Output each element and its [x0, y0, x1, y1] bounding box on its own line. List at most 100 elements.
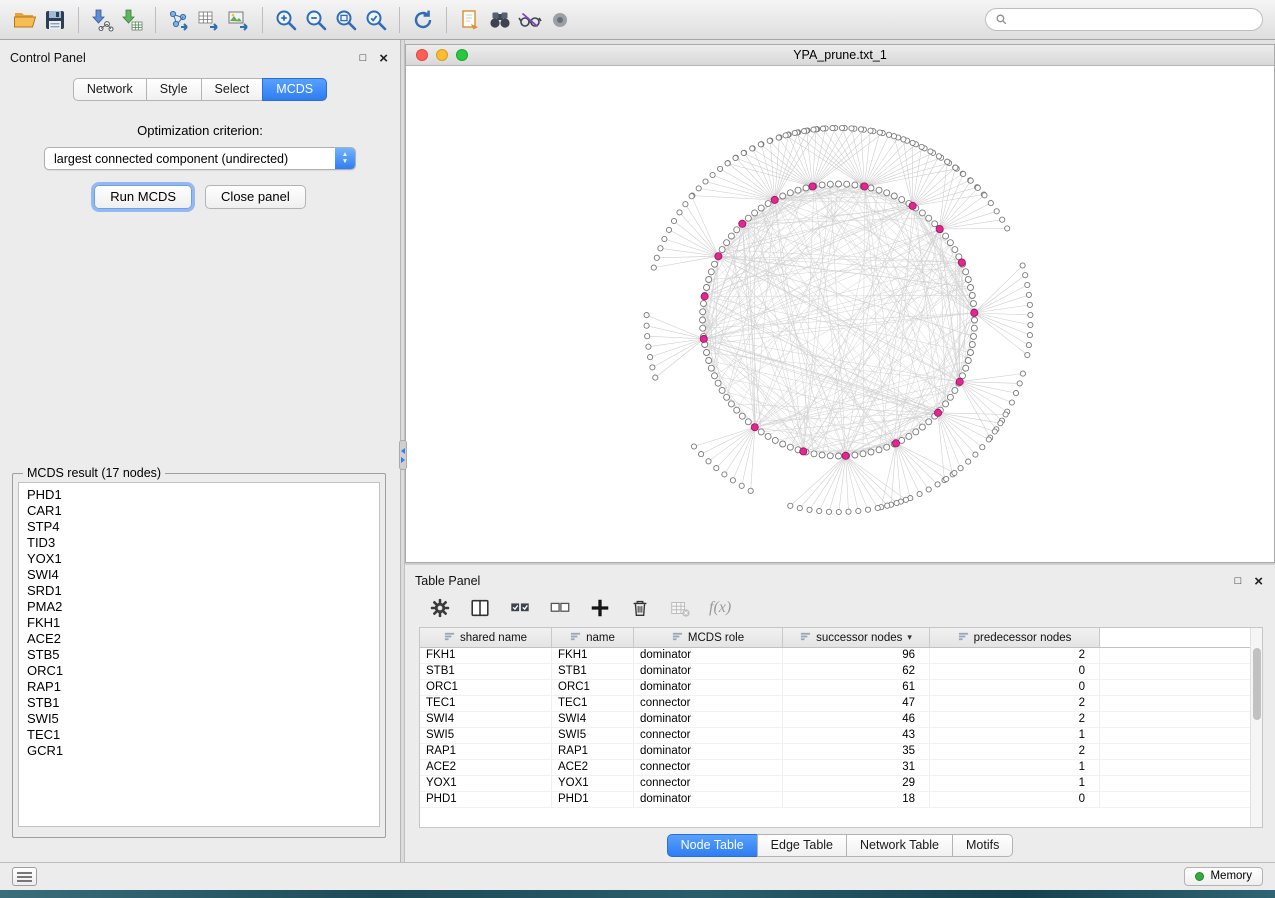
criterion-value: largest connected component (undirected) [45, 152, 335, 166]
binoculars-icon[interactable] [485, 5, 515, 35]
run-mcds-button[interactable]: Run MCDS [94, 185, 192, 209]
list-menu-icon[interactable] [12, 867, 37, 886]
search-field[interactable] [985, 8, 1263, 31]
table-row[interactable]: YOX1YOX1connector291 [420, 776, 1262, 792]
mcds-result-group: MCDS result (17 nodes) PHD1CAR1STP4TID3Y… [12, 466, 386, 838]
export-network-icon[interactable] [164, 5, 194, 35]
select-all-icon[interactable] [507, 595, 533, 621]
toolbar-separator [262, 7, 263, 33]
close-panel-icon[interactable]: × [379, 51, 388, 66]
glasses-icon[interactable] [515, 5, 545, 35]
export-table-icon[interactable] [194, 5, 224, 35]
column-header-label: successor nodes [816, 632, 902, 644]
table-row[interactable]: FKH1FKH1dominator962 [420, 648, 1262, 664]
table-row[interactable]: SWI4SWI4dominator462 [420, 712, 1262, 728]
close-table-panel-icon[interactable]: × [1254, 574, 1263, 589]
mcds-node-item[interactable]: GCR1 [27, 743, 379, 759]
add-row-icon[interactable] [587, 595, 613, 621]
mcds-node-item[interactable]: SRD1 [27, 583, 379, 599]
window-close-button[interactable] [416, 49, 428, 61]
status-bar: Memory [0, 862, 1275, 890]
mcds-node-item[interactable]: FKH1 [27, 615, 379, 631]
mcds-node-item[interactable]: STB5 [27, 647, 379, 663]
panel-splitter[interactable] [401, 40, 405, 862]
mcds-node-item[interactable]: CAR1 [27, 503, 379, 519]
export-image-icon[interactable] [224, 5, 254, 35]
tab-style[interactable]: Style [146, 78, 202, 101]
zoom-selected-icon[interactable] [361, 5, 391, 35]
mcds-node-item[interactable]: PHD1 [27, 487, 379, 503]
import-network-icon[interactable] [87, 5, 117, 35]
mcds-node-item[interactable]: STP4 [27, 519, 379, 535]
splitter-collapse-handle[interactable] [399, 440, 407, 470]
network-canvas[interactable] [406, 66, 1274, 562]
zoom-in-icon[interactable] [271, 5, 301, 35]
column-header-successor-nodes[interactable]: successor nodes▾ [783, 628, 930, 647]
tab-edge-table[interactable]: Edge Table [757, 834, 847, 857]
mcds-node-item[interactable]: YOX1 [27, 551, 379, 567]
float-table-panel-icon[interactable]: □ [1235, 576, 1242, 587]
open-folder-icon[interactable] [10, 5, 40, 35]
table-row[interactable]: ORC1ORC1dominator610 [420, 680, 1262, 696]
refresh-layout-icon[interactable] [408, 5, 438, 35]
tab-mcds[interactable]: MCDS [262, 78, 327, 101]
mcds-node-item[interactable]: TEC1 [27, 727, 379, 743]
criterion-dropdown[interactable]: largest connected component (undirected)… [44, 147, 356, 170]
float-panel-icon[interactable]: □ [360, 53, 367, 64]
mcds-node-item[interactable]: STB1 [27, 695, 379, 711]
table-scrollbar-thumb[interactable] [1253, 648, 1261, 720]
tab-network-table[interactable]: Network Table [846, 834, 953, 857]
column-chooser-icon[interactable] [467, 595, 493, 621]
table-scrollbar[interactable] [1250, 628, 1262, 827]
function-builder-button[interactable]: f(x) [709, 599, 731, 617]
zoom-fit-icon[interactable] [331, 5, 361, 35]
deselect-all-icon[interactable] [547, 595, 573, 621]
column-header-icon [672, 631, 683, 645]
mcds-result-list[interactable]: PHD1CAR1STP4TID3YOX1SWI4SRD1PMA2FKH1ACE2… [18, 482, 380, 827]
memory-button[interactable]: Memory [1184, 867, 1263, 886]
window-minimize-button[interactable] [436, 49, 448, 61]
search-input[interactable] [1013, 13, 1253, 27]
table-cell: 2 [930, 744, 1100, 759]
mcds-node-item[interactable]: SWI4 [27, 567, 379, 583]
toolbar-separator [155, 7, 156, 33]
table-row[interactable]: STB1STB1dominator620 [420, 664, 1262, 680]
save-icon[interactable] [40, 5, 70, 35]
column-header-predecessor-nodes[interactable]: predecessor nodes [930, 628, 1100, 647]
close-panel-button[interactable]: Close panel [205, 185, 306, 209]
column-header-icon [444, 631, 455, 645]
network-graph[interactable] [406, 66, 1274, 562]
eye-icon[interactable] [545, 5, 575, 35]
table-row[interactable]: RAP1RAP1dominator352 [420, 744, 1262, 760]
mcds-node-item[interactable]: TID3 [27, 535, 379, 551]
table-cell: 35 [783, 744, 930, 759]
mcds-node-item[interactable]: RAP1 [27, 679, 379, 695]
gear-icon[interactable] [427, 595, 453, 621]
column-header-mcds-role[interactable]: MCDS role [634, 628, 783, 647]
table-cell: 43 [783, 728, 930, 743]
mcds-node-item[interactable]: SWI5 [27, 711, 379, 727]
tab-select[interactable]: Select [201, 78, 264, 101]
mcds-node-item[interactable]: ORC1 [27, 663, 379, 679]
tab-network[interactable]: Network [73, 78, 147, 101]
document-share-icon[interactable] [455, 5, 485, 35]
import-table-icon[interactable] [117, 5, 147, 35]
table-row[interactable]: ACE2ACE2connector311 [420, 760, 1262, 776]
tab-node-table[interactable]: Node Table [667, 834, 758, 857]
network-window-titlebar: YPA_prune.txt_1 [406, 45, 1274, 66]
column-header-name[interactable]: name [552, 628, 634, 647]
delete-row-icon[interactable] [627, 595, 653, 621]
mcds-node-item[interactable]: ACE2 [27, 631, 379, 647]
clear-table-icon[interactable] [667, 595, 693, 621]
mcds-result-title: MCDS result (17 nodes) [23, 466, 165, 480]
table-row[interactable]: TEC1TEC1connector472 [420, 696, 1262, 712]
table-cell: SWI5 [552, 728, 634, 743]
window-zoom-button[interactable] [456, 49, 468, 61]
zoom-out-icon[interactable] [301, 5, 331, 35]
mcds-node-item[interactable]: PMA2 [27, 599, 379, 615]
tab-motifs[interactable]: Motifs [952, 834, 1013, 857]
table-cell: 1 [930, 760, 1100, 775]
table-row[interactable]: SWI5SWI5connector431 [420, 728, 1262, 744]
column-header-shared-name[interactable]: shared name [420, 628, 552, 647]
table-row[interactable]: PHD1PHD1dominator180 [420, 792, 1262, 808]
